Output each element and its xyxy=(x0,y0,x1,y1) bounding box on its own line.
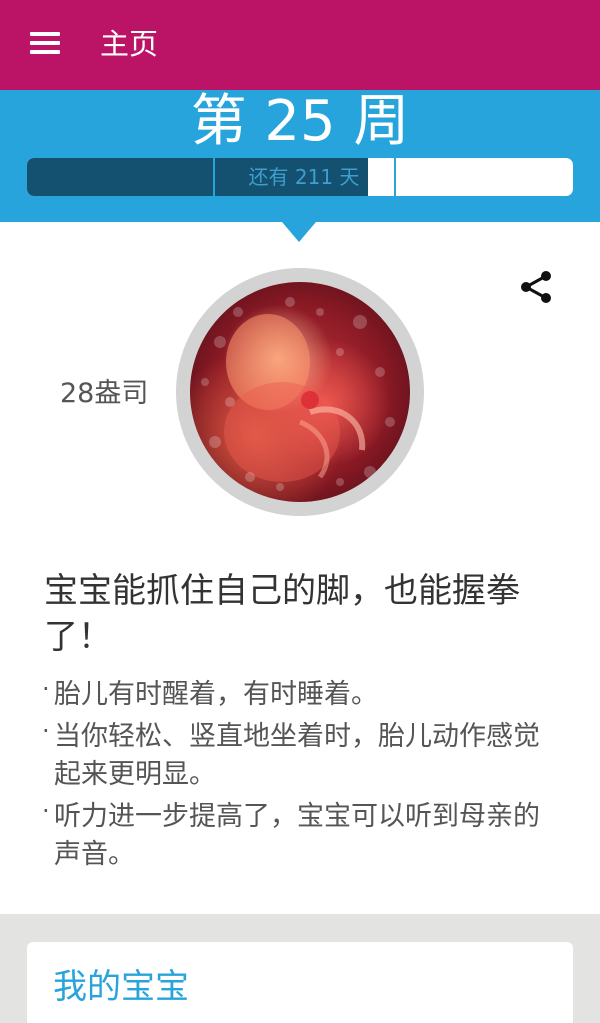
week-pointer xyxy=(282,222,316,242)
baby-weight: 28盎司 xyxy=(60,378,149,409)
share-icon[interactable] xyxy=(518,268,556,306)
fact-item: 胎儿有时醒着，有时睡着。 xyxy=(42,670,564,714)
app-bar-title: 主页 xyxy=(100,27,159,61)
week-title: 第 25 周 xyxy=(190,89,410,154)
week-headline: 宝宝能抓住自己的脚，也能握拳了！ xyxy=(44,571,520,657)
app-bar: 主页 xyxy=(0,0,600,90)
fact-item: 听力进一步提高了，宝宝可以听到母亲的声音。 xyxy=(42,792,564,874)
card-title: 我的宝宝 xyxy=(53,967,189,1007)
pregnancy-progress-bar: 还有 211 天 xyxy=(27,158,573,196)
menu-icon[interactable] xyxy=(26,30,66,60)
fetus-image xyxy=(190,282,410,502)
my-baby-card[interactable]: 我的宝宝 xyxy=(27,942,573,1023)
week-header: 第 25 周 还有 211 天 xyxy=(0,90,600,222)
fact-item: 当你轻松、竖直地坐着时，胎儿动作感觉起来更明显。 xyxy=(42,712,564,794)
week-facts-list: 胎儿有时醒着，有时睡着。 当你轻松、竖直地坐着时，胎儿动作感觉起来更明显。 听力… xyxy=(42,670,564,878)
days-remaining: 还有 211 天 xyxy=(248,165,360,189)
